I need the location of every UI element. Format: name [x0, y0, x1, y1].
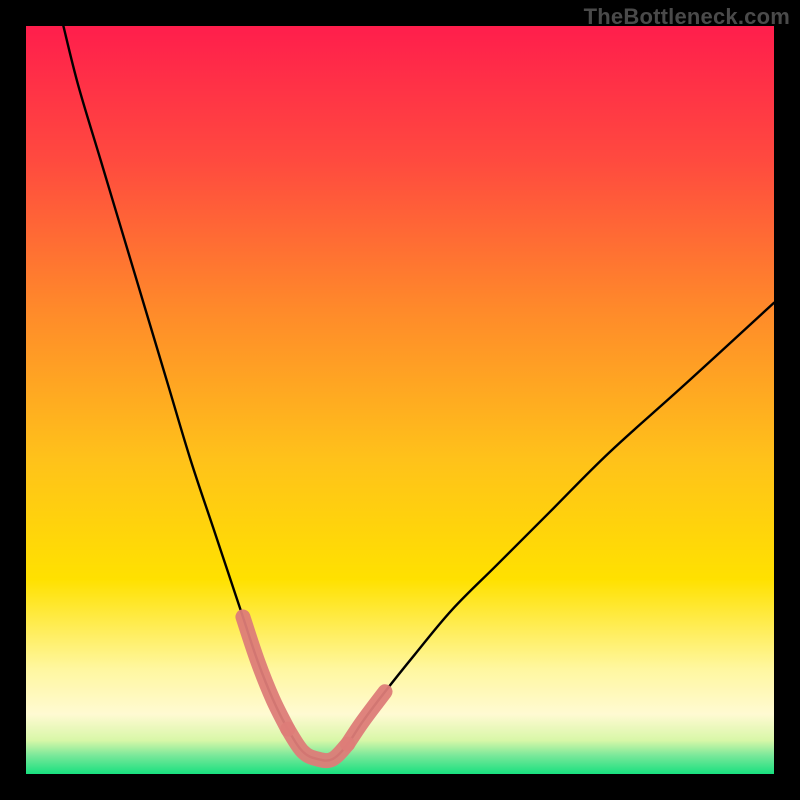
watermark-text: TheBottleneck.com [584, 4, 790, 30]
chart-frame: TheBottleneck.com [0, 0, 800, 800]
plot-area [26, 26, 774, 774]
gradient-background [26, 26, 774, 774]
chart-svg [26, 26, 774, 774]
